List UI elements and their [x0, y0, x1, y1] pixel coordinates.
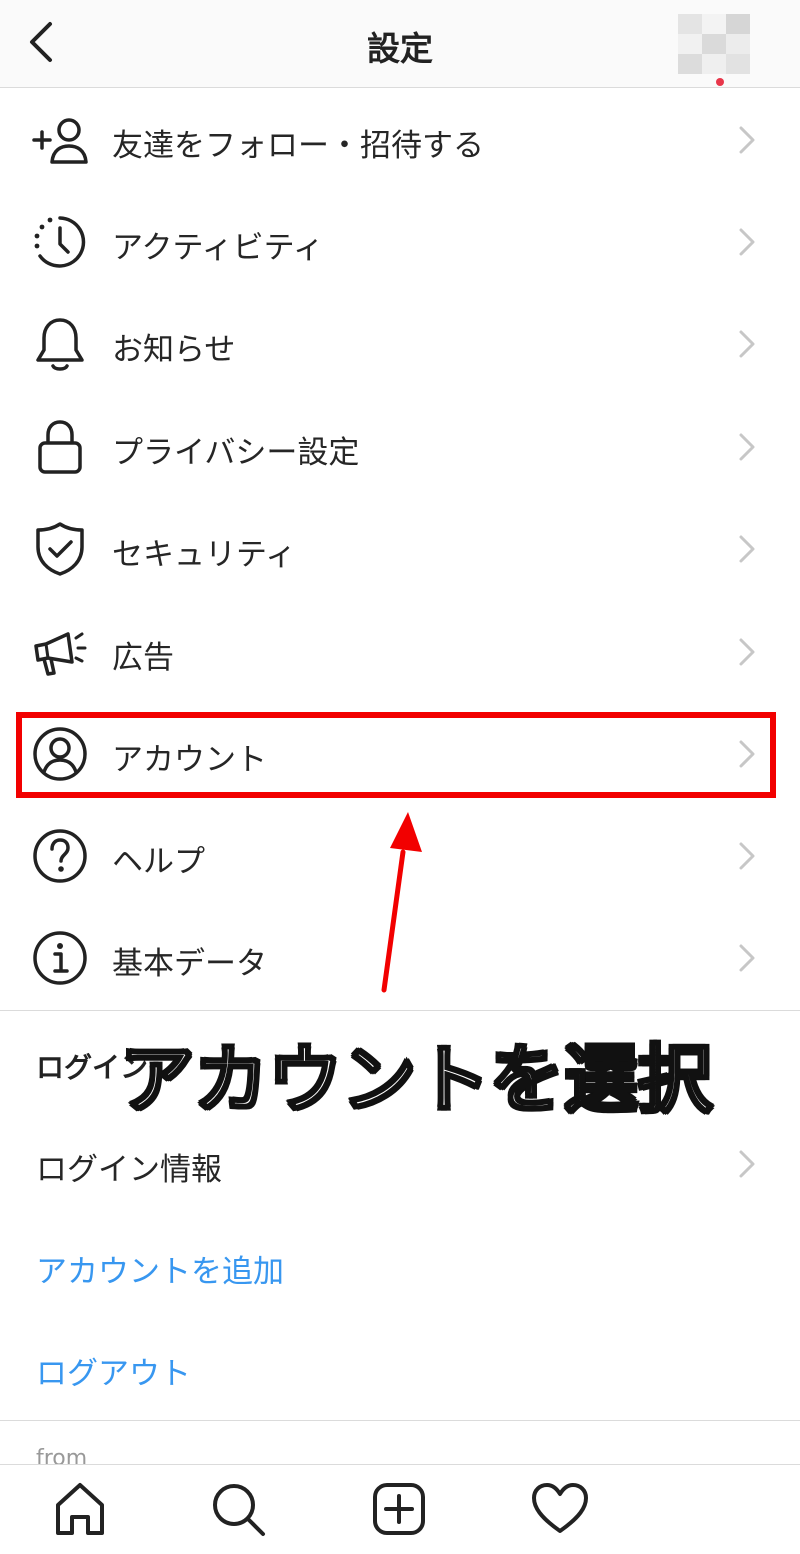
annotation-text: アカウントを選択 [119, 1036, 714, 1125]
menu-item-label: 基本データ [112, 946, 267, 982]
menu-item-notifications[interactable]: お知らせ [0, 292, 800, 395]
chevron-right-icon [739, 1150, 755, 1178]
heart-icon[interactable] [530, 1479, 590, 1539]
new-post-icon[interactable] [369, 1479, 429, 1539]
lock-icon [38, 420, 82, 474]
arrow-annotation-icon [381, 812, 422, 993]
home-icon[interactable] [50, 1479, 110, 1539]
chevron-right-icon [739, 228, 755, 256]
menu-item-label: アクティビティ [112, 230, 324, 266]
menu-item-label: セキュリティ [112, 537, 297, 573]
profile-avatar[interactable] [678, 14, 750, 74]
activity-clock-icon [34, 216, 86, 268]
login-info-item[interactable]: ログイン情報 [0, 1114, 800, 1214]
menu-item-ads[interactable]: 広告 [0, 600, 800, 703]
bell-icon [36, 318, 84, 371]
chevron-right-icon [739, 126, 755, 154]
login-info-label: ログイン情報 [36, 1152, 222, 1188]
bottom-tab-bar [0, 1464, 800, 1554]
menu-item-label: 広告 [112, 640, 174, 676]
search-icon[interactable] [208, 1479, 268, 1539]
menu-item-activity[interactable]: アクティビティ [0, 190, 800, 293]
chevron-right-icon [739, 944, 755, 972]
menu-item-label: 友達をフォロー・招待する [112, 128, 484, 164]
menu-item-security[interactable]: セキュリティ [0, 497, 800, 600]
highlight-box [16, 712, 776, 798]
notification-dot [716, 78, 724, 86]
chevron-right-icon [739, 535, 755, 563]
section-divider [0, 1010, 800, 1011]
logout-label: ログアウト [36, 1356, 191, 1392]
chevron-right-icon [739, 842, 755, 870]
megaphone-icon [34, 632, 87, 676]
help-circle-icon [33, 829, 87, 883]
add-person-icon [32, 118, 88, 164]
menu-item-label: ヘルプ [112, 844, 205, 880]
chevron-right-icon [739, 433, 755, 461]
menu-item-follow-invite[interactable]: 友達をフォロー・招待する [0, 88, 800, 191]
add-account-label: アカウントを追加 [36, 1254, 284, 1290]
menu-item-label: お知らせ [112, 332, 236, 368]
info-circle-icon [33, 931, 87, 985]
shield-check-icon [36, 522, 84, 576]
footer-divider [0, 1420, 800, 1421]
logout-link[interactable]: ログアウト [0, 1318, 800, 1418]
chevron-right-icon [739, 330, 755, 358]
chevron-right-icon [739, 638, 755, 666]
add-account-link[interactable]: アカウントを追加 [0, 1216, 800, 1316]
menu-item-privacy[interactable]: プライバシー設定 [0, 395, 800, 498]
menu-item-label: プライバシー設定 [112, 435, 360, 471]
